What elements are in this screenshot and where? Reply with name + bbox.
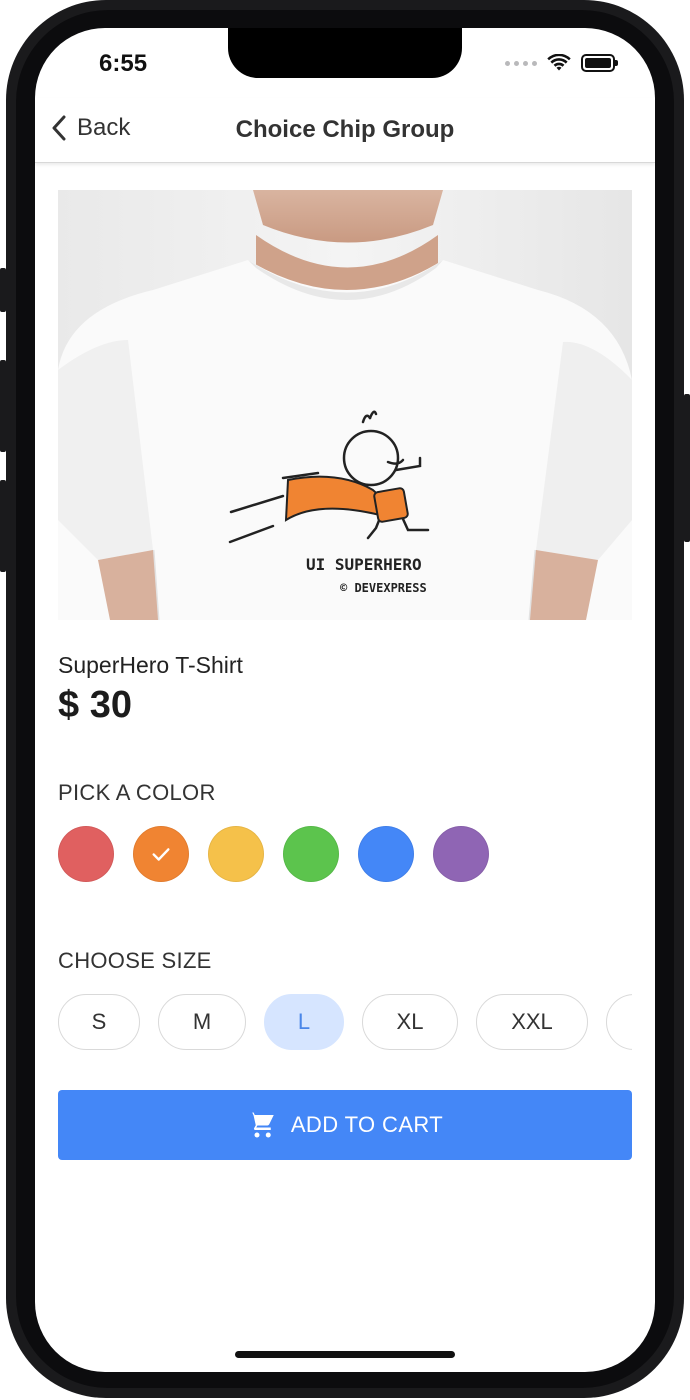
tshirt-photo: UI SUPERHERO © DEVEXPRESS — [58, 190, 632, 620]
color-chip[interactable] — [358, 826, 414, 882]
color-chip[interactable] — [58, 826, 114, 882]
size-chip[interactable]: S — [58, 994, 140, 1050]
wifi-icon — [547, 54, 571, 71]
color-chip[interactable] — [433, 826, 489, 882]
power-button — [684, 394, 690, 542]
color-chip-group — [58, 826, 489, 882]
product-name: SuperHero T-Shirt — [58, 652, 243, 678]
cart-icon — [248, 1112, 274, 1138]
status-time: 6:55 — [99, 50, 148, 77]
add-to-cart-button[interactable]: ADD TO CART — [58, 1090, 632, 1160]
size-section-label: CHOOSE SIZE — [58, 948, 212, 973]
color-chip[interactable] — [208, 826, 264, 882]
product-image: UI SUPERHERO © DEVEXPRESS — [58, 190, 632, 620]
shirt-print-title: UI SUPERHERO — [306, 555, 422, 574]
check-icon — [152, 848, 170, 861]
size-chip[interactable]: L — [264, 994, 344, 1050]
color-chip[interactable] — [283, 826, 339, 882]
shirt-print-brand: © DEVEXPRESS — [340, 581, 427, 595]
product-price: $ 30 — [58, 684, 132, 726]
battery-icon — [581, 54, 618, 72]
size-chip[interactable]: XL — [362, 994, 458, 1050]
color-section-label: PICK A COLOR — [58, 780, 216, 805]
color-chip[interactable] — [133, 826, 189, 882]
size-chip[interactable]: XXL — [476, 994, 588, 1050]
volume-up-button — [0, 360, 6, 452]
navigation-bar: Back Choice Chip Group — [35, 98, 655, 163]
mute-switch — [0, 268, 6, 312]
size-chip-group: S M L XL XXL — [58, 994, 632, 1054]
status-icons — [505, 54, 618, 72]
notch — [228, 28, 462, 78]
screen: 6:55 Back Choice Chip Group UI SUPERHERO… — [35, 28, 655, 1372]
signal-icon — [505, 60, 537, 66]
size-chip[interactable] — [606, 994, 632, 1050]
size-chip[interactable]: M — [158, 994, 246, 1050]
volume-down-button — [0, 480, 6, 572]
home-indicator — [235, 1351, 455, 1358]
add-to-cart-label: ADD TO CART — [290, 1112, 444, 1137]
page-title: Choice Chip Group — [235, 116, 455, 143]
